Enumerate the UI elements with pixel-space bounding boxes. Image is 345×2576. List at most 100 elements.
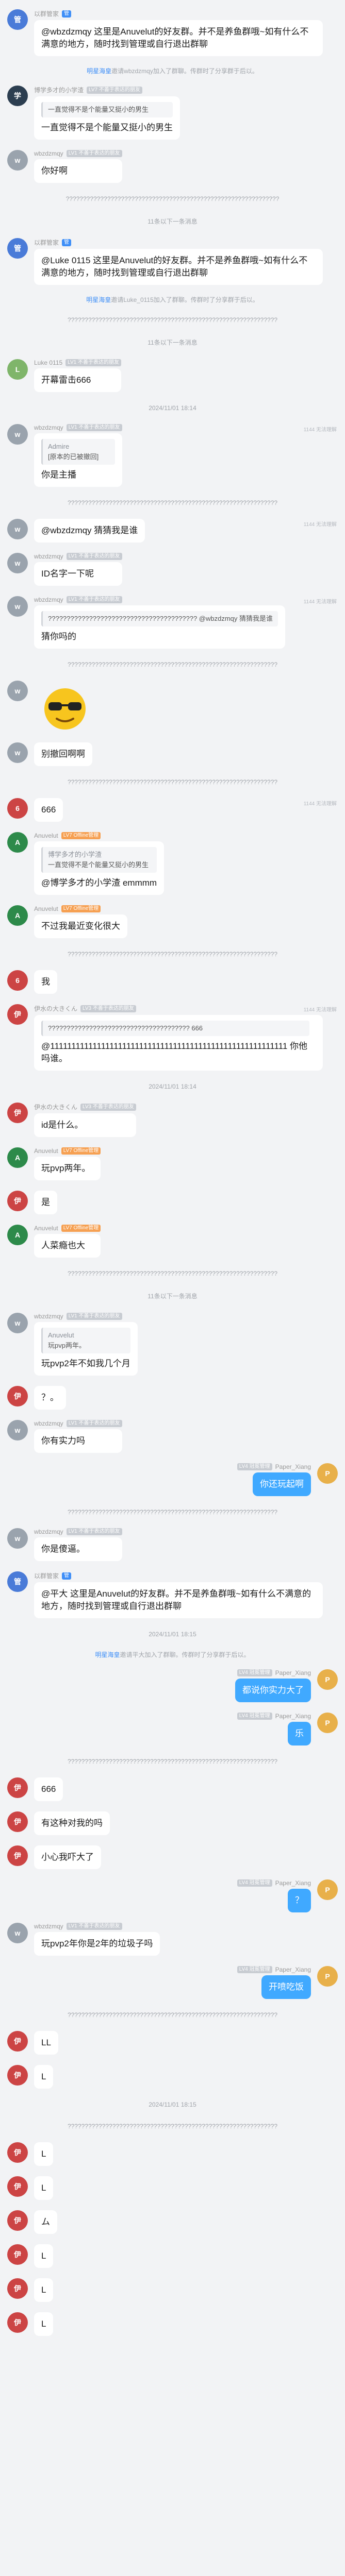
- avatar[interactable]: 伊: [7, 1191, 28, 1211]
- avatar[interactable]: 伊: [7, 2176, 28, 2197]
- avatar[interactable]: P: [317, 1713, 338, 1733]
- sender-name[interactable]: Anuvelut: [34, 1147, 58, 1155]
- sender-name[interactable]: 伊水の大きくん: [34, 1103, 77, 1111]
- message-bubble[interactable]: L: [34, 2142, 54, 2166]
- avatar[interactable]: w: [7, 150, 28, 171]
- message-bubble[interactable]: @平大 这里是Anuvelut的好友群。并不是养鱼群哦~如有什么不满意的地方，随…: [34, 1582, 323, 1618]
- message-bubble[interactable]: 人菜瘾也大: [34, 1234, 101, 1258]
- avatar[interactable]: 伊: [7, 2278, 28, 2299]
- message-bubble[interactable]: L: [34, 2312, 54, 2336]
- avatar[interactable]: A: [7, 1147, 28, 1168]
- avatar[interactable]: P: [317, 1463, 338, 1484]
- message-bubble[interactable]: LL: [34, 2031, 58, 2055]
- avatar[interactable]: 伊: [7, 1004, 28, 1025]
- message-bubble[interactable]: Admire [原本的已被撤回] 你是主播: [34, 433, 122, 487]
- sender-name[interactable]: wbzdzmqy: [34, 424, 63, 431]
- avatar[interactable]: L: [7, 359, 28, 380]
- message-bubble[interactable]: ????????????????????????????????????????…: [34, 605, 286, 649]
- avatar[interactable]: 管: [7, 9, 28, 30]
- avatar[interactable]: w: [7, 553, 28, 573]
- avatar[interactable]: A: [7, 832, 28, 853]
- message-bubble[interactable]: ？。: [34, 1386, 66, 1410]
- sender-name[interactable]: 以群管家: [34, 9, 59, 18]
- avatar[interactable]: 伊: [7, 2031, 28, 2052]
- message-bubble[interactable]: 玩pvp2年你是2年的垃圾子吗: [34, 1932, 160, 1956]
- system-notice-user-link[interactable]: 明星海皇: [95, 1651, 120, 1658]
- chat-message-list[interactable]: 管以群管家管 @wbzdzmqy 这里是Anuvelut的好友群。并不是养鱼群哦~…: [0, 0, 345, 2353]
- message-bubble[interactable]: 都说你实力大了: [235, 1679, 311, 1702]
- avatar[interactable]: A: [7, 905, 28, 926]
- message-bubble[interactable]: 666: [34, 1777, 63, 1801]
- sender-name[interactable]: Luke 0115: [34, 359, 62, 366]
- avatar[interactable]: w: [7, 681, 28, 701]
- sender-name[interactable]: Anuvelut: [34, 1225, 58, 1232]
- sender-name[interactable]: 伊水の大きくん: [34, 1004, 77, 1013]
- avatar[interactable]: 管: [7, 1571, 28, 1592]
- avatar[interactable]: 6: [7, 970, 28, 991]
- message-bubble[interactable]: 你好啊: [34, 159, 122, 183]
- message-bubble[interactable]: 不过我最近变化很大: [34, 914, 127, 938]
- message-bubble[interactable]: 乐: [288, 1722, 311, 1745]
- quoted-reply[interactable]: Anuvelut 玩pvp两年。: [41, 1328, 130, 1353]
- sender-name[interactable]: wbzdzmqy: [34, 1528, 63, 1535]
- message-bubble[interactable]: ？: [288, 1889, 311, 1912]
- message-bubble[interactable]: L: [34, 2176, 54, 2200]
- avatar[interactable]: w: [7, 519, 28, 539]
- avatar[interactable]: P: [317, 1669, 338, 1690]
- message-bubble[interactable]: ム: [34, 2210, 57, 2234]
- message-bubble[interactable]: 开喷吃饭: [261, 1975, 311, 1999]
- system-notice-user-link[interactable]: 明星海皇: [86, 296, 111, 303]
- avatar[interactable]: A: [7, 1225, 28, 1245]
- avatar[interactable]: 学: [7, 86, 28, 106]
- quoted-reply[interactable]: ????????????????????????????????????????…: [41, 611, 278, 626]
- message-bubble[interactable]: 你是傻逼。: [34, 1537, 122, 1561]
- message-bubble[interactable]: Anuvelut 玩pvp两年。 玩pvp2年不如我几个月: [34, 1322, 138, 1376]
- message-bubble[interactable]: L: [34, 2278, 54, 2302]
- message-bubble[interactable]: 有这种对我的吗: [34, 1811, 110, 1835]
- message-bubble[interactable]: 博学多才的小学渣 一直觉得不是个能量又挺小的男生 @博学多才的小学渣 emmmm: [34, 841, 165, 895]
- sender-name[interactable]: 以群管家: [34, 1571, 59, 1580]
- message-bubble[interactable]: L: [34, 2065, 54, 2089]
- sender-name[interactable]: Paper_Xiang: [275, 1879, 311, 1887]
- sender-name[interactable]: wbzdzmqy: [34, 553, 63, 560]
- sender-name[interactable]: 以群管家: [34, 238, 59, 247]
- sender-name[interactable]: wbzdzmqy: [34, 1420, 63, 1427]
- sender-name[interactable]: Paper_Xiang: [275, 1463, 311, 1470]
- avatar[interactable]: w: [7, 1528, 28, 1549]
- message-bubble[interactable]: 玩pvp两年。: [34, 1157, 101, 1180]
- avatar[interactable]: 伊: [7, 2142, 28, 2163]
- system-notice-user-link[interactable]: 明星海皇: [87, 67, 111, 75]
- quoted-reply[interactable]: Admire [原本的已被撤回]: [41, 439, 115, 465]
- message-bubble[interactable]: 一直觉得不是个能量又挺小的男生 一直觉得不是个能量又挺小的男生: [34, 96, 180, 140]
- quoted-reply[interactable]: ?????????????????????????????????????? 6…: [41, 1021, 309, 1036]
- avatar[interactable]: 管: [7, 238, 28, 259]
- avatar[interactable]: 伊: [7, 1103, 28, 1123]
- avatar[interactable]: 伊: [7, 2210, 28, 2231]
- message-bubble[interactable]: 你有实力吗: [34, 1429, 122, 1453]
- message-bubble[interactable]: L: [34, 2244, 54, 2268]
- sender-name[interactable]: wbzdzmqy: [34, 1313, 63, 1320]
- sender-name[interactable]: Paper_Xiang: [275, 1966, 311, 1973]
- sender-name[interactable]: wbzdzmqy: [34, 1923, 63, 1930]
- avatar[interactable]: 伊: [7, 2312, 28, 2333]
- avatar[interactable]: w: [7, 1420, 28, 1440]
- message-bubble[interactable]: @wbzdzmqy 猜猜我是谁: [34, 519, 145, 543]
- message-bubble[interactable]: 666: [34, 798, 63, 822]
- message-bubble[interactable]: @wbzdzmqy 这里是Anuvelut的好友群。并不是养鱼群哦~如有什么不满…: [34, 20, 323, 56]
- message-bubble[interactable]: ID名字一下呢: [34, 562, 122, 586]
- message-bubble[interactable]: 我: [34, 970, 57, 994]
- quoted-reply[interactable]: 一直觉得不是个能量又挺小的男生: [41, 102, 173, 117]
- avatar[interactable]: w: [7, 424, 28, 445]
- sunglasses-emoji-sticker[interactable]: [34, 681, 96, 732]
- message-bubble[interactable]: 开幕雷击666: [34, 368, 122, 392]
- avatar[interactable]: 伊: [7, 2065, 28, 2086]
- message-bubble[interactable]: 小心我吓大了: [34, 1845, 101, 1869]
- avatar[interactable]: 伊: [7, 2244, 28, 2265]
- message-bubble[interactable]: ?????????????????????????????????????? 6…: [34, 1015, 323, 1071]
- quoted-reply[interactable]: 博学多才的小学渣 一直觉得不是个能量又挺小的男生: [41, 847, 157, 873]
- sender-name[interactable]: Paper_Xiang: [275, 1669, 311, 1676]
- avatar[interactable]: w: [7, 596, 28, 617]
- message-bubble[interactable]: @Luke 0115 这里是Anuvelut的好友群。并不是养鱼群哦~如有什么不…: [34, 249, 323, 285]
- message-bubble[interactable]: id是什么。: [34, 1113, 136, 1137]
- sender-name[interactable]: wbzdzmqy: [34, 150, 63, 157]
